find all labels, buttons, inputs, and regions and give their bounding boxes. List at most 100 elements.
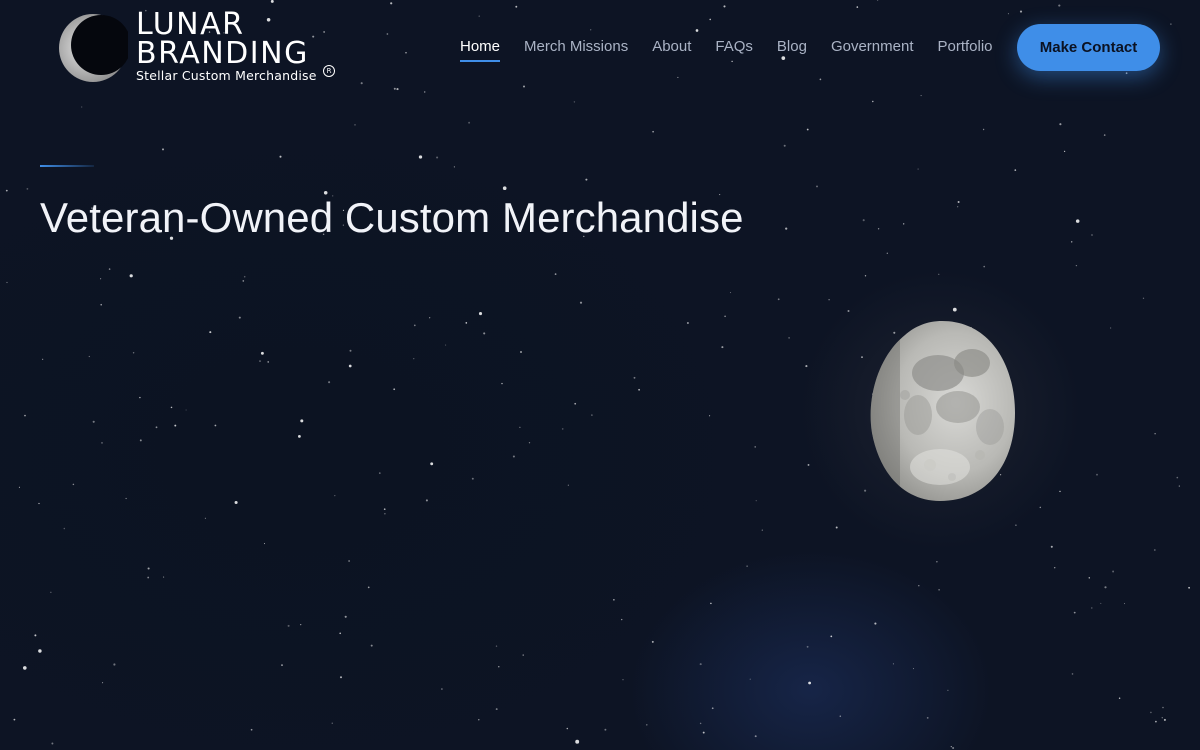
star bbox=[468, 121, 471, 124]
star bbox=[1188, 586, 1190, 589]
star bbox=[13, 718, 16, 721]
star bbox=[328, 381, 331, 384]
star bbox=[1162, 706, 1164, 709]
star bbox=[522, 654, 524, 656]
star bbox=[367, 586, 370, 589]
nav-item-portfolio[interactable]: Portfolio bbox=[938, 38, 993, 61]
star bbox=[807, 463, 810, 466]
star bbox=[185, 409, 187, 411]
star bbox=[501, 382, 503, 385]
star bbox=[783, 144, 786, 147]
star bbox=[331, 722, 333, 724]
star bbox=[1178, 485, 1180, 487]
star bbox=[805, 365, 808, 368]
star bbox=[699, 722, 702, 725]
star bbox=[1100, 602, 1102, 604]
star bbox=[1176, 476, 1179, 479]
star bbox=[746, 565, 748, 567]
nav-item-blog[interactable]: Blog bbox=[777, 38, 807, 61]
star bbox=[260, 351, 264, 355]
star bbox=[574, 402, 577, 405]
star bbox=[1110, 327, 1112, 329]
star bbox=[1059, 490, 1061, 493]
nav-item-merch-missions[interactable]: Merch Missions bbox=[524, 38, 628, 61]
star bbox=[38, 502, 40, 505]
star bbox=[413, 324, 416, 327]
star bbox=[51, 742, 54, 745]
brand-name-line2: BRANDING bbox=[136, 36, 309, 71]
star bbox=[983, 265, 986, 268]
star bbox=[651, 640, 654, 643]
star bbox=[100, 303, 102, 306]
main-navigation: Home Merch Missions About FAQs Blog Gove… bbox=[460, 38, 1017, 62]
star bbox=[26, 188, 29, 190]
star bbox=[1071, 673, 1074, 675]
star bbox=[839, 715, 842, 718]
star bbox=[699, 663, 702, 666]
star bbox=[1059, 123, 1062, 126]
star bbox=[754, 735, 757, 738]
star bbox=[1161, 717, 1163, 719]
nav-item-faqs[interactable]: FAQs bbox=[715, 38, 753, 61]
star bbox=[864, 275, 867, 277]
star bbox=[1104, 586, 1107, 589]
star bbox=[50, 591, 52, 593]
star bbox=[622, 679, 624, 681]
crescent-moon-icon bbox=[59, 14, 128, 82]
star bbox=[1142, 297, 1145, 299]
star bbox=[6, 281, 8, 284]
star bbox=[847, 309, 850, 313]
star bbox=[1153, 549, 1156, 551]
star bbox=[5, 189, 8, 192]
star bbox=[1075, 264, 1078, 267]
star bbox=[354, 124, 356, 126]
star bbox=[749, 678, 751, 680]
star bbox=[816, 185, 818, 188]
star bbox=[892, 663, 894, 665]
star bbox=[1039, 506, 1042, 509]
star bbox=[1123, 603, 1126, 605]
star bbox=[393, 388, 396, 391]
star bbox=[139, 396, 141, 399]
star bbox=[42, 358, 44, 360]
star bbox=[429, 317, 431, 319]
star bbox=[874, 622, 877, 625]
star bbox=[808, 681, 811, 685]
star bbox=[465, 322, 468, 324]
star bbox=[926, 717, 929, 719]
star bbox=[243, 275, 246, 278]
star bbox=[709, 415, 711, 417]
star bbox=[686, 321, 689, 325]
star bbox=[1154, 433, 1156, 435]
star bbox=[63, 527, 66, 530]
title-accent-line bbox=[40, 165, 94, 167]
star bbox=[129, 274, 133, 278]
nav-item-about[interactable]: About bbox=[652, 38, 691, 61]
star bbox=[903, 223, 905, 225]
star bbox=[1091, 607, 1093, 609]
star bbox=[575, 739, 580, 744]
star bbox=[348, 364, 352, 368]
star bbox=[1070, 241, 1073, 243]
star bbox=[334, 494, 336, 497]
star bbox=[1088, 577, 1091, 579]
star bbox=[250, 728, 253, 731]
star bbox=[1073, 611, 1076, 614]
star bbox=[384, 513, 386, 515]
star bbox=[147, 567, 150, 570]
make-contact-button[interactable]: Make Contact bbox=[1017, 24, 1160, 71]
brand-logo[interactable]: LUNAR BRANDING Stellar Custom Merchandis… bbox=[56, 10, 346, 88]
star bbox=[425, 499, 428, 502]
star bbox=[835, 526, 838, 529]
star bbox=[806, 645, 809, 648]
nav-item-home[interactable]: Home bbox=[460, 38, 501, 62]
star bbox=[502, 186, 507, 191]
star bbox=[281, 664, 283, 666]
star bbox=[947, 689, 949, 692]
star bbox=[339, 676, 343, 679]
star bbox=[957, 200, 960, 204]
star bbox=[170, 406, 173, 409]
star bbox=[638, 388, 640, 391]
nav-item-government[interactable]: Government bbox=[831, 38, 914, 61]
star bbox=[913, 668, 914, 670]
